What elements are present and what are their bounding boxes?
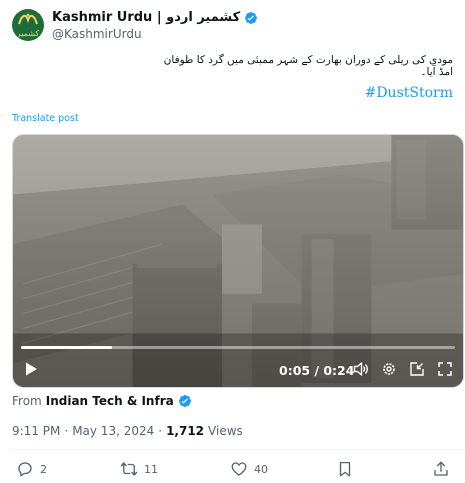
fullscreen-button[interactable]: [437, 361, 453, 377]
settings-button[interactable]: [381, 361, 397, 377]
fullscreen-icon: [438, 362, 452, 376]
bookmark-button[interactable]: [336, 460, 354, 478]
repost-count: 11: [144, 462, 158, 476]
verified-badge-icon: [178, 395, 191, 407]
video-source: From Indian Tech & Infra: [12, 394, 192, 408]
heart-icon: [231, 462, 247, 476]
dock-video-button[interactable]: [409, 361, 425, 377]
avatar[interactable]: کشمیر: [12, 9, 44, 41]
divider: [12, 449, 465, 450]
video-progress-fill: [21, 346, 113, 349]
dock-icon: [410, 362, 424, 376]
bookmark-icon: [339, 461, 351, 477]
post-text: مودی کی ریلی کے دوران بھارت کے شہر ممبئی…: [163, 54, 453, 78]
views-count: 1,712: [166, 424, 205, 438]
video-progress-bar[interactable]: [21, 346, 455, 349]
repost-icon: [120, 462, 138, 476]
post-time[interactable]: 9:11 PM: [12, 424, 60, 438]
like-count: 40: [254, 462, 268, 476]
action-bar: 2 11 40: [12, 460, 453, 480]
volume-icon: [353, 362, 368, 376]
post-meta: 9:11 PM · May 13, 2024 · 1,712 Views: [12, 424, 243, 438]
like-button[interactable]: 40: [230, 460, 268, 478]
meta-separator: ·: [64, 424, 69, 438]
video-time: 0:05 / 0:24: [279, 363, 355, 378]
views-label: Views: [208, 424, 243, 438]
gear-icon: [383, 363, 395, 375]
repost-button[interactable]: 11: [120, 460, 158, 478]
reply-button[interactable]: 2: [16, 460, 47, 478]
reply-icon: [18, 462, 32, 477]
logo-mark-icon: [18, 13, 38, 25]
share-icon: [434, 461, 448, 476]
avatar-logo-text: کشمیر: [16, 29, 40, 38]
author-block: Kashmir Urdu | کشمیر اردو @KashmirUrdu: [52, 9, 258, 41]
author-handle[interactable]: @KashmirUrdu: [52, 27, 258, 41]
verified-badge-icon: [245, 11, 258, 24]
video-frame: [13, 135, 463, 387]
author-display-name[interactable]: Kashmir Urdu | کشمیر اردو: [52, 10, 240, 25]
meta-separator: ·: [158, 424, 163, 438]
play-icon: [26, 362, 37, 376]
play-button[interactable]: [23, 361, 39, 377]
source-label: From: [12, 394, 42, 408]
share-button[interactable]: [432, 460, 450, 478]
video-player[interactable]: 0:05 / 0:24: [12, 134, 464, 388]
source-account-link[interactable]: Indian Tech & Infra: [46, 394, 174, 408]
post-date[interactable]: May 13, 2024: [72, 424, 154, 438]
translate-post-link[interactable]: Translate post: [12, 113, 79, 124]
reply-count: 2: [40, 462, 47, 476]
hashtag-link[interactable]: DustStorm#: [365, 85, 453, 101]
mute-button[interactable]: [353, 361, 369, 377]
